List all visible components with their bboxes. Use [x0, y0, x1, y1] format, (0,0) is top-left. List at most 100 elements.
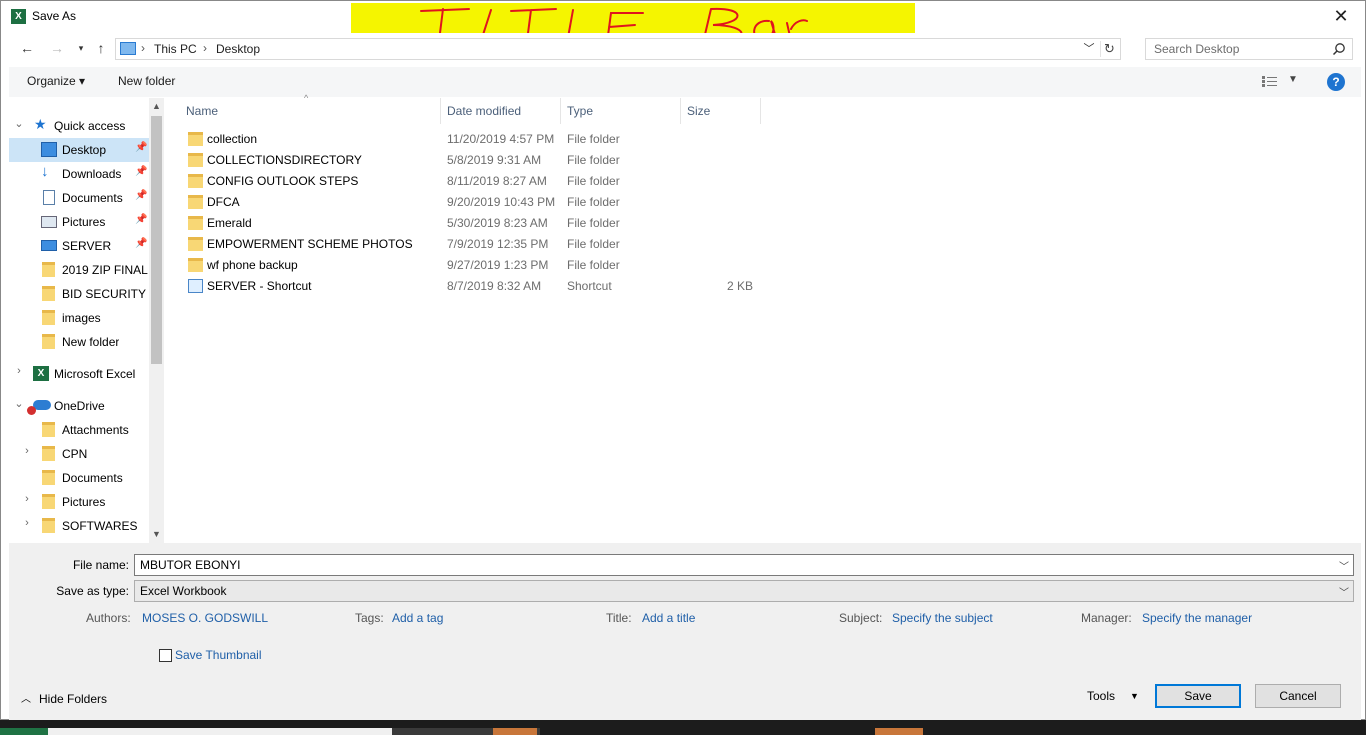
column-header-type[interactable]: Type [567, 104, 593, 118]
manager-label: Manager: [1081, 611, 1132, 625]
sidebar-scrollbar[interactable]: ▲ ▼ [149, 98, 164, 543]
table-row[interactable]: CONFIG OUTLOOK STEPS 8/11/2019 8:27 AM F… [181, 171, 761, 192]
handwritten-annotation-icon [420, 7, 808, 33]
file-type: File folder [567, 195, 620, 209]
chevron-down-icon[interactable]: ﹀ [1339, 584, 1349, 599]
scroll-up-icon[interactable]: ▲ [150, 101, 163, 111]
taskbar-app-segment[interactable] [493, 728, 537, 735]
table-row[interactable]: wf phone backup 9/27/2019 1:23 PM File f… [181, 255, 761, 276]
chevron-down-icon[interactable]: ﹀ [1339, 558, 1349, 573]
chevron-right-icon[interactable]: › [21, 517, 33, 529]
tools-button[interactable]: Tools [1087, 689, 1115, 703]
authors-field[interactable]: MOSES O. GODSWILL [142, 611, 268, 625]
file-name: Emerald [207, 216, 252, 230]
forward-arrow-icon[interactable]: → [49, 40, 65, 56]
cancel-button[interactable]: Cancel [1255, 684, 1341, 708]
sidebar-item-onedrive[interactable]: ⌄ OneDrive [9, 394, 149, 418]
breadcrumb-separator-icon: › [141, 41, 145, 55]
taskbar-search-segment[interactable] [48, 728, 392, 735]
sidebar-item-2019-zip-final[interactable]: 2019 ZIP FINAL [9, 258, 149, 282]
search-input[interactable]: Search Desktop [1145, 38, 1353, 60]
sidebar-item-server[interactable]: SERVER 📌 [9, 234, 149, 258]
breadcrumb-desktop[interactable]: Desktop [216, 42, 260, 56]
sidebar-item-pictures[interactable]: Pictures 📌 [9, 210, 149, 234]
sidebar-item-new-folder[interactable]: New folder [9, 330, 149, 354]
change-view-icon[interactable]: ▼ [1262, 74, 1302, 90]
scroll-down-icon[interactable]: ▼ [150, 529, 163, 539]
help-button[interactable]: ? [1327, 73, 1345, 91]
file-name: SERVER - Shortcut [207, 279, 312, 293]
folder-icon [42, 470, 55, 485]
navigation-bar: ← → ▾ ↑ › This PC › Desktop ﹀ ↻ Search D… [9, 35, 1361, 63]
sidebar-item-label: New folder [62, 335, 120, 349]
table-row[interactable]: Emerald 5/30/2019 8:23 AM File folder [181, 213, 761, 234]
chevron-right-icon[interactable]: › [21, 445, 33, 457]
breadcrumb-this-pc[interactable]: This PC [154, 42, 197, 56]
column-header-name[interactable]: Name [186, 104, 218, 118]
title-bar[interactable]: X Save As ✕ [1, 1, 1365, 33]
file-list: ^ Name Date modified Type Size collectio… [164, 93, 1361, 543]
save-thumbnail-label[interactable]: Save Thumbnail [175, 648, 262, 662]
sidebar-item-onedrive-pictures[interactable]: › Pictures [9, 490, 149, 514]
table-row[interactable]: COLLECTIONSDIRECTORY 5/8/2019 9:31 AM Fi… [181, 150, 761, 171]
address-dropdown-icon[interactable]: ﹀ [1082, 41, 1096, 57]
subject-field[interactable]: Specify the subject [892, 611, 993, 625]
folder-icon [188, 132, 203, 146]
sidebar-item-desktop[interactable]: Desktop 📌 [9, 138, 149, 162]
table-row[interactable]: EMPOWERMENT SCHEME PHOTOS 7/9/2019 12:35… [181, 234, 761, 255]
manager-field[interactable]: Specify the manager [1142, 611, 1252, 625]
close-button[interactable]: ✕ [1331, 5, 1351, 27]
save-as-type-select[interactable]: Excel Workbook ﹀ [134, 580, 1354, 602]
sidebar-item-bid-security[interactable]: BID SECURITY 20 [9, 282, 149, 306]
table-row[interactable]: SERVER - Shortcut 8/7/2019 8:32 AM Short… [181, 276, 761, 297]
address-bar[interactable]: › This PC › Desktop ﹀ ↻ [115, 38, 1121, 60]
column-divider[interactable] [440, 98, 441, 124]
chevron-down-icon[interactable]: ⌄ [13, 397, 25, 410]
folder-icon [188, 195, 203, 209]
scrollbar-thumb[interactable] [151, 116, 162, 364]
tags-field[interactable]: Add a tag [392, 611, 443, 625]
file-type: File folder [567, 132, 620, 146]
sidebar-item-quick-access[interactable]: ⌄ ★ Quick access [9, 114, 149, 138]
chevron-down-icon[interactable]: ⌄ [13, 117, 25, 130]
sidebar-item-images[interactable]: images [9, 306, 149, 330]
save-thumbnail-checkbox[interactable] [159, 649, 172, 662]
organize-button[interactable]: Organize ▾ [27, 74, 85, 88]
view-dropdown-icon[interactable]: ▼ [1288, 74, 1298, 85]
column-divider[interactable] [560, 98, 561, 124]
chevron-up-icon[interactable]: ︿ [21, 690, 31, 705]
pin-icon: 📌 [135, 142, 148, 153]
column-divider[interactable] [680, 98, 681, 124]
search-icon [1332, 43, 1345, 56]
column-header-date-modified[interactable]: Date modified [447, 104, 521, 118]
sidebar-item-microsoft-excel[interactable]: › X Microsoft Excel [9, 362, 149, 386]
file-name-field[interactable]: MBUTOR EBONYI ﹀ [134, 554, 1354, 576]
sidebar-item-cpn[interactable]: › CPN [9, 442, 149, 466]
file-date: 5/8/2019 9:31 AM [447, 153, 542, 167]
chevron-right-icon[interactable]: › [21, 493, 33, 505]
chevron-right-icon[interactable]: › [13, 365, 25, 377]
column-header-size[interactable]: Size [687, 104, 710, 118]
recent-locations-chevron-icon[interactable]: ▾ [73, 40, 89, 56]
sidebar-item-softwares[interactable]: › SOFTWARES [9, 514, 149, 538]
hide-folders-button[interactable]: Hide Folders [39, 692, 107, 706]
excel-icon: X [33, 366, 49, 381]
new-folder-button[interactable]: New folder [118, 74, 175, 88]
sidebar-item-attachments[interactable]: Attachments [9, 418, 149, 442]
column-divider[interactable] [760, 98, 761, 124]
file-date: 9/27/2019 1:23 PM [447, 258, 549, 272]
table-row[interactable]: DFCA 9/20/2019 10:43 PM File folder [181, 192, 761, 213]
folder-icon [188, 216, 203, 230]
tools-dropdown-icon[interactable]: ▼ [1130, 691, 1139, 701]
save-button[interactable]: Save [1155, 684, 1241, 708]
back-arrow-icon[interactable]: ← [19, 40, 35, 56]
sidebar-item-documents[interactable]: Documents 📌 [9, 186, 149, 210]
up-arrow-icon[interactable]: ↑ [93, 40, 109, 56]
taskbar-app-segment[interactable] [875, 728, 923, 735]
table-row[interactable]: collection 11/20/2019 4:57 PM File folde… [181, 129, 761, 150]
sidebar-item-downloads[interactable]: ↓ Downloads 📌 [9, 162, 149, 186]
title-field[interactable]: Add a title [642, 611, 695, 625]
refresh-icon[interactable]: ↻ [1100, 41, 1118, 57]
sidebar-item-onedrive-documents[interactable]: Documents [9, 466, 149, 490]
download-icon: ↓ [41, 163, 49, 180]
